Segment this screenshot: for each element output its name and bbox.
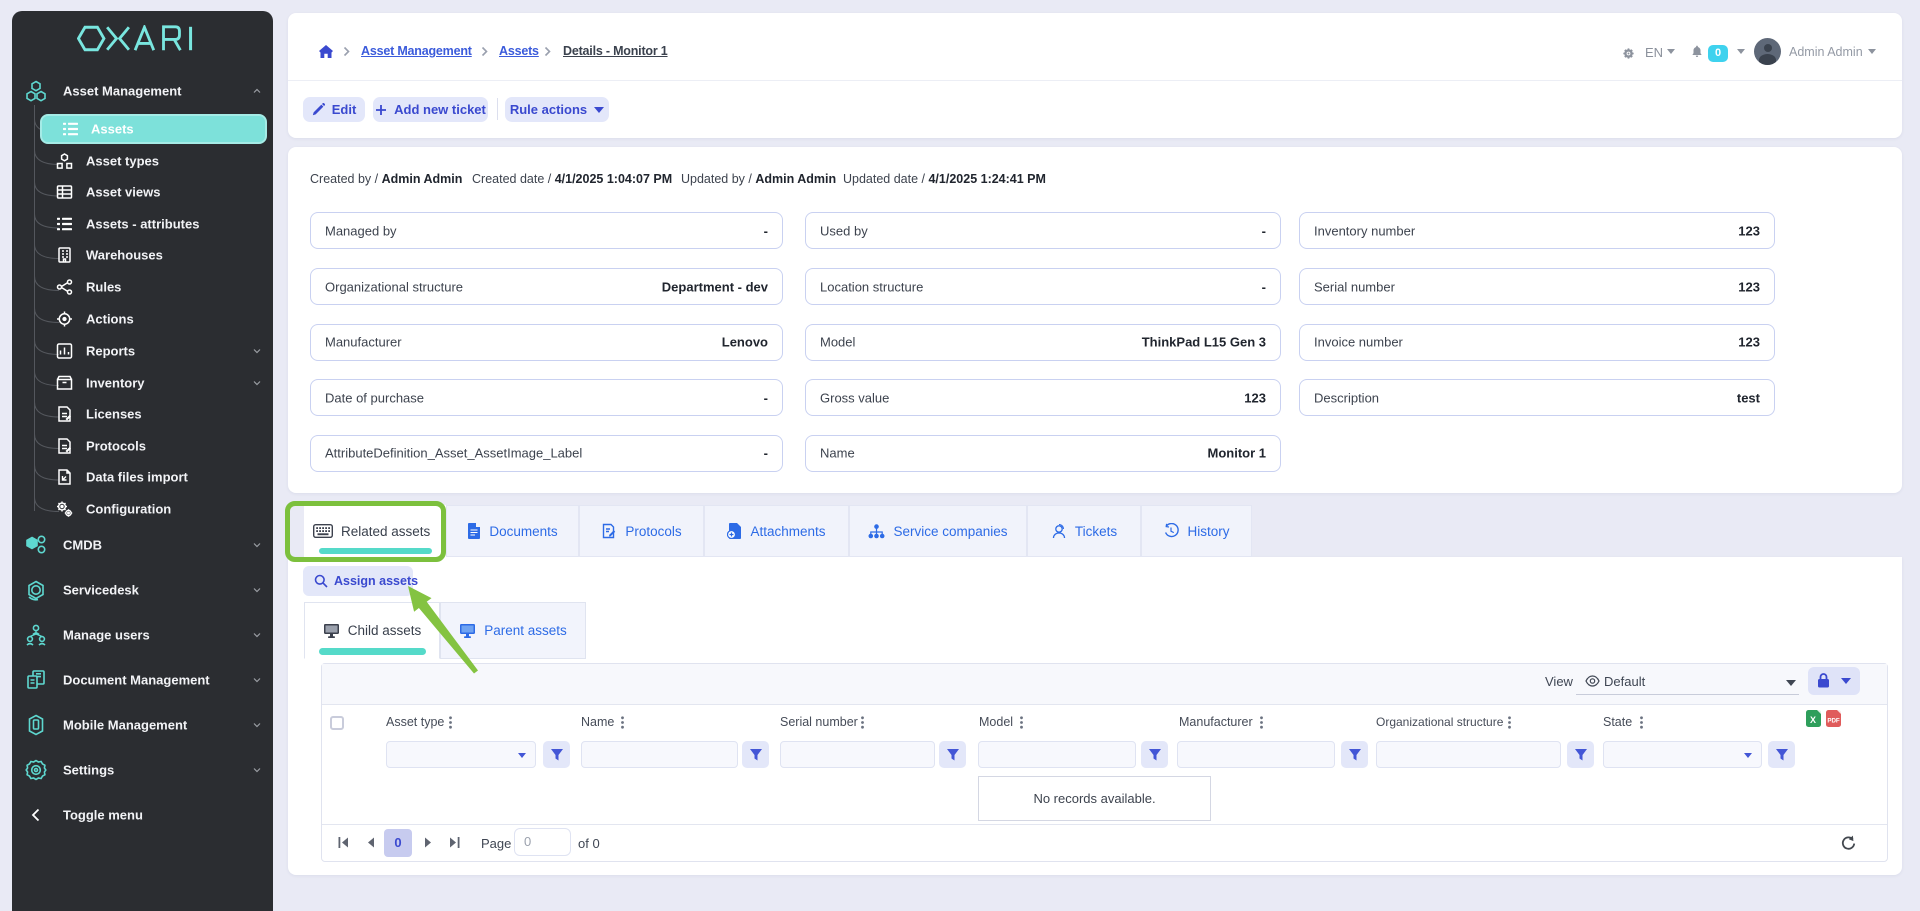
svg-text:X: X [1810, 715, 1816, 725]
svg-text:PDF: PDF [1827, 718, 1840, 725]
